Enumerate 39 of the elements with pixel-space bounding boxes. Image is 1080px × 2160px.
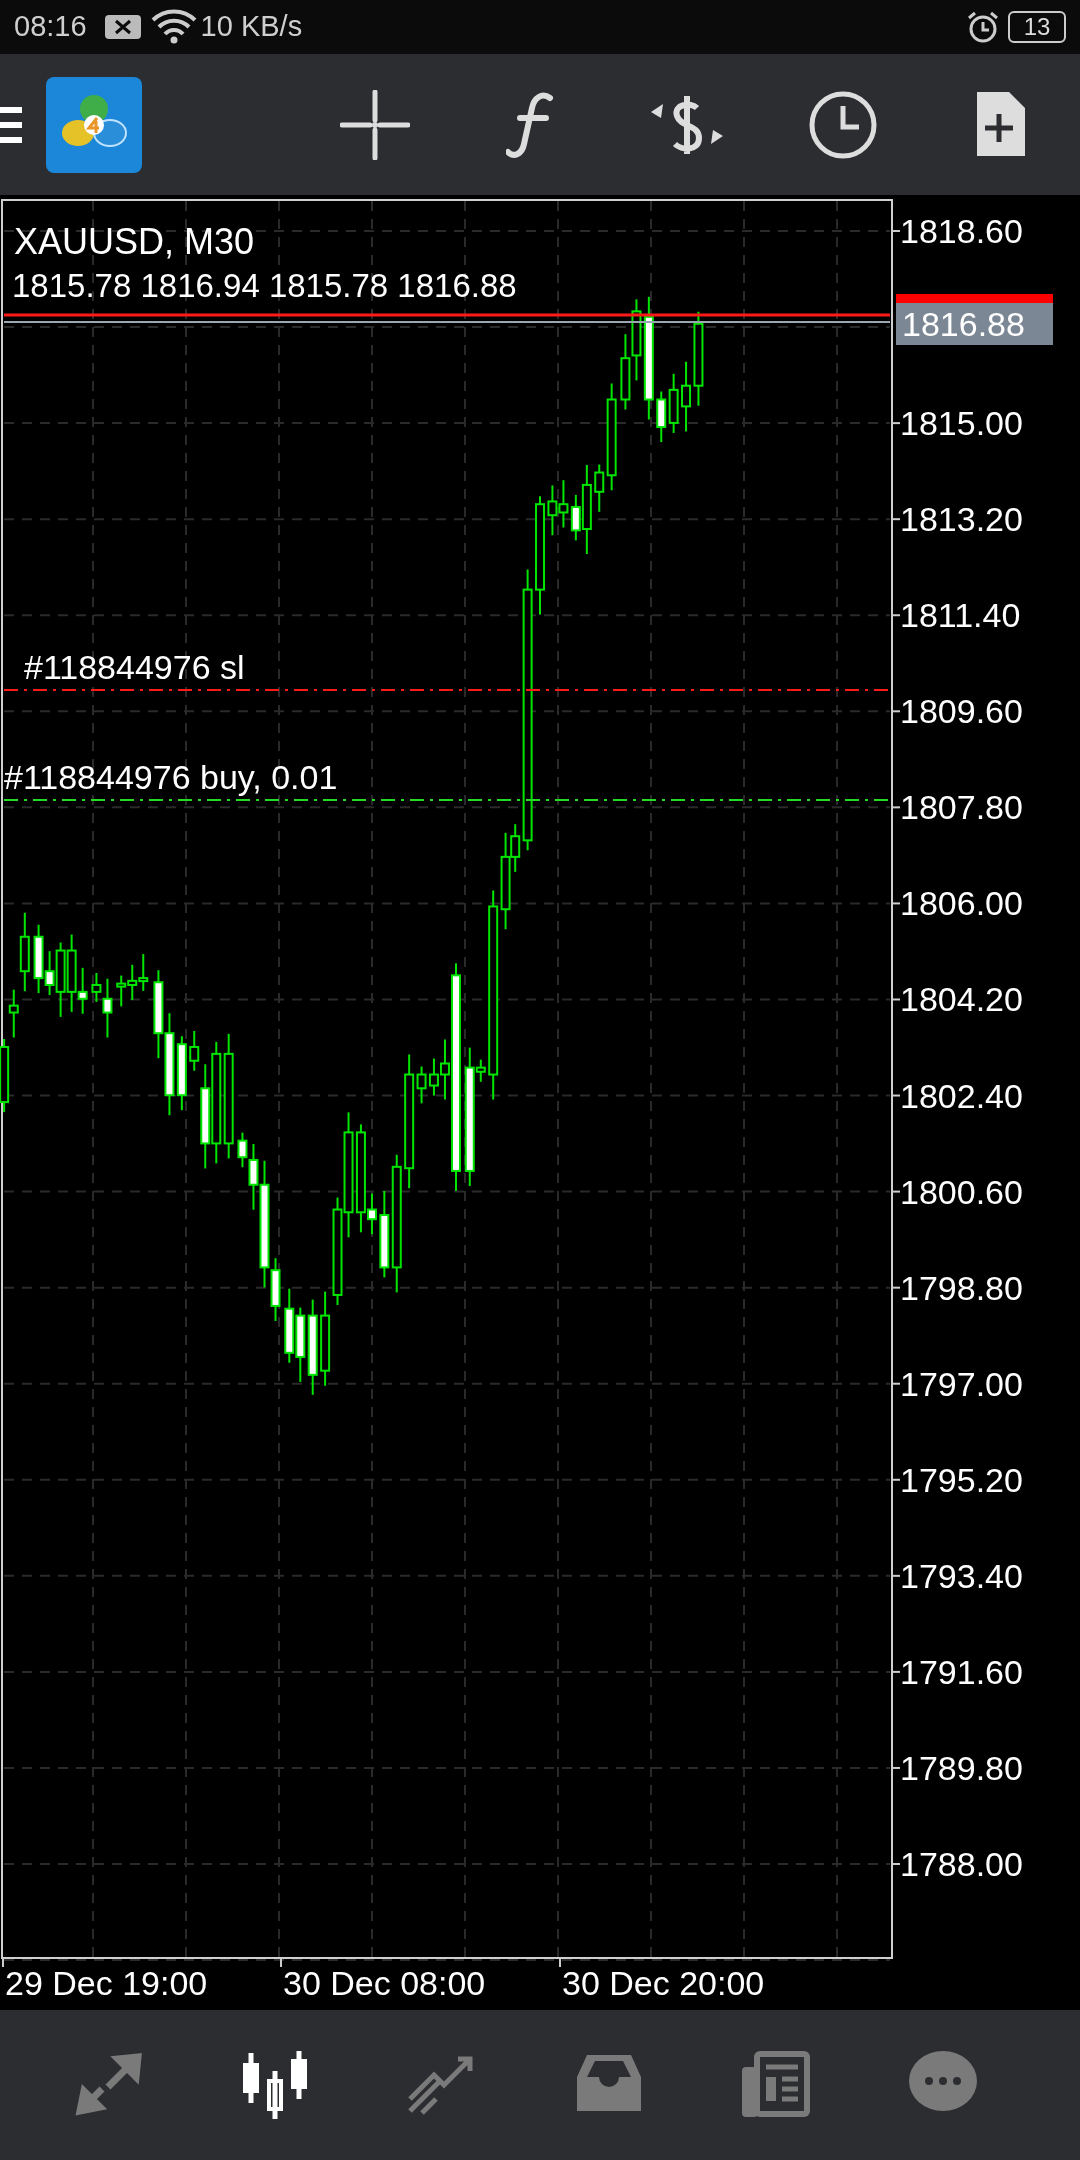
candle <box>127 963 138 1001</box>
price-label: 1804.20 <box>900 980 1023 1019</box>
price-label: 1798.80 <box>900 1268 1023 1307</box>
price-label: 1788.00 <box>900 1845 1023 1883</box>
candle <box>656 390 667 444</box>
candle <box>668 372 679 434</box>
time-label: 29 Dec 19:00 <box>5 1964 208 2002</box>
price-label: 1789.80 <box>900 1748 1023 1787</box>
wifi-icon <box>150 9 197 45</box>
current-price-label: 1816.88 <box>896 303 1053 345</box>
order-label: #118844976 buy, 0.01 <box>4 758 338 796</box>
battery-indicator: 13 <box>1008 11 1066 43</box>
candle <box>547 484 558 537</box>
network-speed: 10 KB/s <box>200 9 303 45</box>
price-label: 1807.80 <box>900 788 1023 827</box>
price-label: 1813.20 <box>900 500 1023 539</box>
price-label: 1806.00 <box>900 884 1023 923</box>
order-label: #118844976 sl <box>24 648 245 686</box>
price-label: 1793.40 <box>900 1556 1023 1595</box>
time-label: 30 Dec 08:00 <box>283 1964 486 2002</box>
price-label: 1809.60 <box>900 692 1023 731</box>
status-time: 08:16 <box>14 9 87 45</box>
price-label: 1815.00 <box>900 404 1023 443</box>
price-label: 1797.00 <box>900 1364 1023 1403</box>
notification-icon <box>102 13 143 41</box>
price-label: 1802.40 <box>900 1076 1023 1115</box>
app-logo[interactable] <box>46 76 142 173</box>
alarm-icon <box>966 10 1000 44</box>
price-label: 1795.20 <box>900 1460 1023 1499</box>
time-label: 30 Dec 20:00 <box>562 1964 765 2002</box>
chart-symbol: XAUUSD, M30 <box>14 221 255 262</box>
candle <box>116 974 127 1008</box>
candle <box>138 953 149 992</box>
price-label: 1791.60 <box>900 1652 1023 1691</box>
ohlc-values: 1815.78 1816.94 1815.78 1816.88 <box>12 267 517 304</box>
price-label: 1811.40 <box>900 596 1021 635</box>
candle <box>558 479 569 529</box>
price-label: 1800.60 <box>900 1172 1023 1211</box>
price-label: 1818.60 <box>900 212 1023 250</box>
